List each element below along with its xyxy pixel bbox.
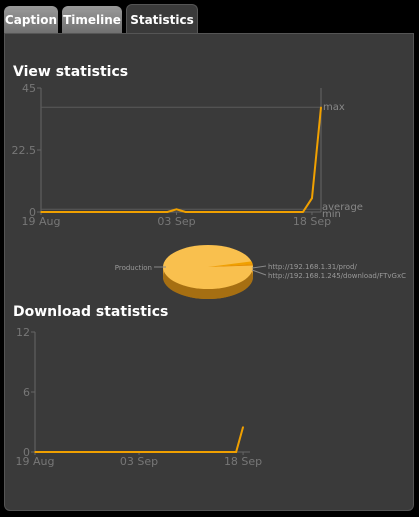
data-point bbox=[34, 451, 36, 453]
data-point bbox=[242, 426, 244, 428]
y-tick-label: 12 bbox=[16, 326, 30, 339]
x-tick-label: 18 Sep bbox=[224, 455, 262, 468]
data-point bbox=[235, 451, 237, 453]
series-line bbox=[35, 426, 245, 453]
y-tick-label: 6 bbox=[23, 386, 30, 399]
x-tick-label: 19 Aug bbox=[16, 455, 55, 468]
download-statistics-chart: 126019 Aug 03 Sep 18 Sep bbox=[16, 326, 263, 468]
x-tick-label: 03 Sep bbox=[120, 455, 158, 468]
